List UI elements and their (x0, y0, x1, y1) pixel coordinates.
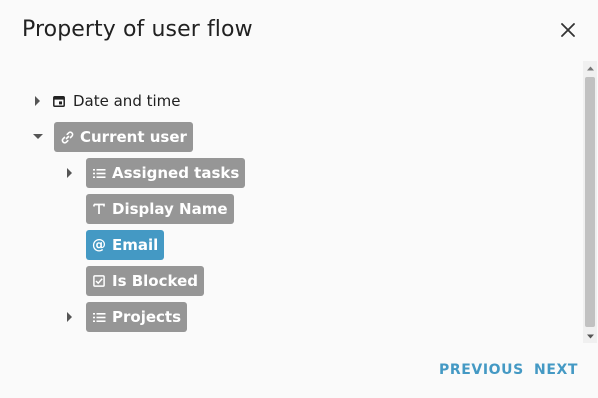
close-button[interactable] (556, 18, 580, 42)
caret-right-icon (66, 312, 74, 322)
tree-chip-display-name[interactable]: Display Name (86, 194, 234, 224)
dialog-title: Property of user flow (22, 17, 253, 42)
tree-chip-is-blocked[interactable]: Is Blocked (86, 266, 204, 296)
scroll-thumb[interactable] (585, 77, 595, 327)
expand-toggle-assigned-tasks[interactable] (60, 158, 80, 188)
tree-item-label: Projects (112, 308, 182, 326)
property-tree: Date and time Current user Assigned task… (0, 82, 584, 344)
scroll-up-button[interactable] (583, 61, 597, 75)
next-button[interactable]: NEXT (534, 362, 578, 378)
tree-item-current-user: Current user (28, 122, 193, 152)
tree-chip-email[interactable]: @ Email (86, 230, 165, 260)
tree-chip-projects[interactable]: Projects (86, 302, 188, 332)
tree-item-email: @ Email (86, 230, 165, 260)
tree-item-label: Assigned tasks (112, 164, 240, 182)
expand-toggle-projects[interactable] (60, 302, 80, 332)
tree-chip-assigned-tasks[interactable]: Assigned tasks (86, 158, 246, 188)
list-icon (92, 310, 106, 324)
tree-item-label: Email (112, 236, 159, 254)
tree-item-label: Display Name (112, 200, 228, 218)
tree-item-date-and-time: Date and time (28, 86, 185, 116)
dialog-actions: PREVIOUS NEXT (0, 362, 598, 382)
scroll-down-button[interactable] (583, 329, 597, 343)
close-icon (561, 23, 575, 37)
caret-down-icon (33, 133, 43, 141)
list-icon (92, 166, 106, 180)
checkbox-icon (92, 274, 106, 288)
link-icon (60, 130, 74, 144)
expand-toggle-date-and-time[interactable] (28, 86, 48, 116)
tree-item-label: Current user (80, 128, 187, 146)
text-type-icon (92, 202, 106, 216)
tree-label-date-and-time[interactable]: Date and time (48, 86, 185, 116)
tree-chip-current-user[interactable]: Current user (54, 122, 193, 152)
previous-button[interactable]: PREVIOUS (439, 362, 524, 378)
tree-item-assigned-tasks: Assigned tasks (60, 158, 246, 188)
tree-item-projects: Projects (60, 302, 188, 332)
tree-item-is-blocked: Is Blocked (86, 266, 204, 296)
caret-right-icon (34, 96, 42, 106)
caret-right-icon (66, 168, 74, 178)
tree-item-label: Is Blocked (112, 272, 198, 290)
scroll-down-arrow-icon (586, 334, 594, 339)
property-dialog: Property of user flow Date and time Curr… (0, 0, 598, 398)
at-icon: @ (92, 237, 106, 253)
tree-item-label: Date and time (73, 92, 181, 110)
scroll-up-arrow-icon (586, 66, 594, 71)
scrollbar[interactable] (583, 61, 597, 343)
expand-toggle-current-user[interactable] (28, 122, 48, 152)
tree-item-display-name: Display Name (86, 194, 234, 224)
calendar-icon (52, 94, 66, 108)
